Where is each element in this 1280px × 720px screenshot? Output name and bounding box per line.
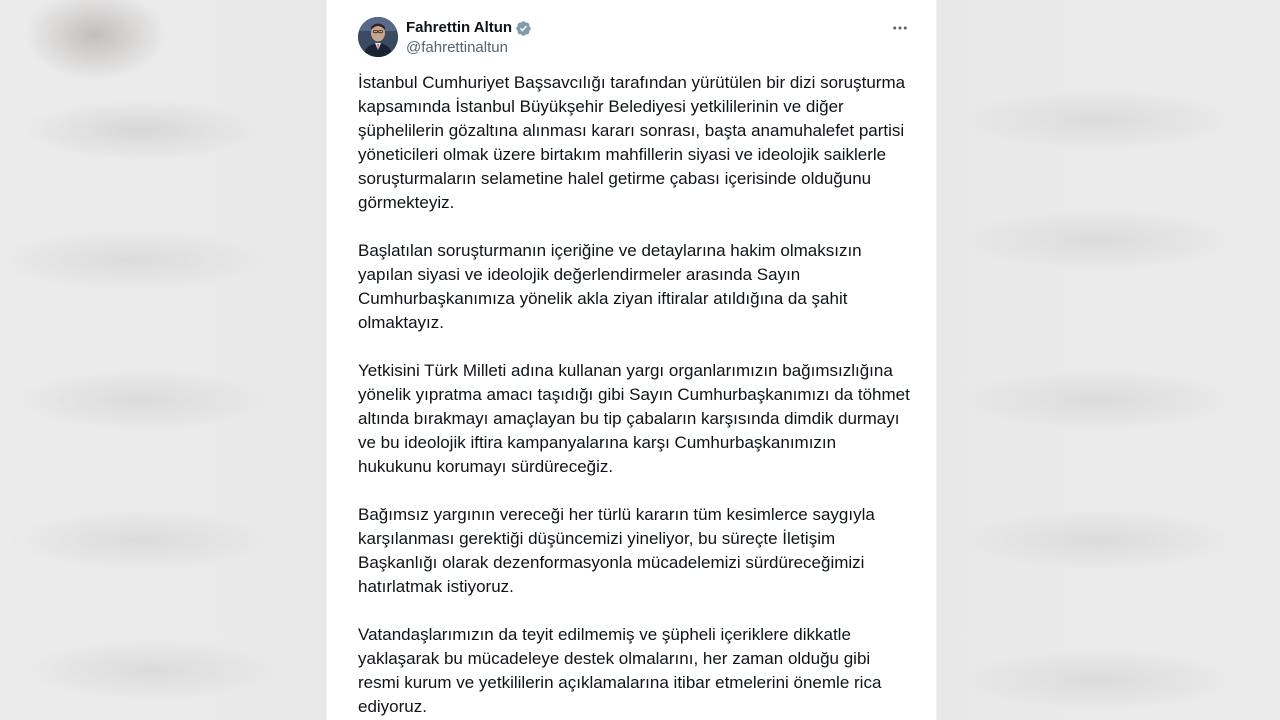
tweet-paragraph: Vatandaşlarımızın da teyit edilmemiş ve … [358, 623, 924, 719]
tweet-text-line: kapsamında İstanbul Büyükşehir Belediyes… [358, 97, 844, 116]
tweet-text-line: şüphelilerin gözaltına alınması kararı s… [358, 121, 905, 140]
author-name-row: Fahrettin Altun [406, 18, 532, 38]
verified-badge-icon [515, 20, 532, 37]
tweet-header: Fahrettin Altun @fahrettinaltun [358, 17, 923, 59]
tweet-text-line: Başlatılan soruşturmanın içeriğine ve de… [358, 241, 862, 260]
tweet-text-line: hukukunu korumayı sürdüreceğiz. [358, 457, 614, 476]
tweet-text-line: altında bırakmayı amaçlayan bu tip çabal… [358, 409, 900, 428]
tweet-text-line: soruşturmaların selametine halel getirme… [358, 169, 872, 188]
tweet-paragraph: Yetkisini Türk Milleti adına kullanan ya… [358, 359, 924, 479]
tweet-text-line: olmaktayız. [358, 313, 444, 332]
author-handle[interactable]: @fahrettinaltun [406, 38, 508, 58]
tweet-paragraph: Başlatılan soruşturmanın içeriğine ve de… [358, 239, 924, 335]
avatar-photo-icon [358, 17, 398, 57]
tweet-paragraph: İstanbul Cumhuriyet Başsavcılığı tarafın… [358, 71, 924, 215]
tweet-text: İstanbul Cumhuriyet Başsavcılığı tarafın… [358, 71, 924, 720]
tweet-paragraph: Bağımsız yargının vereceği her türlü kar… [358, 503, 924, 599]
tweet-text-line: resmi kurum ve yetkililerin açıklamaları… [358, 673, 882, 692]
tweet-text-line: Vatandaşlarımızın da teyit edilmemiş ve … [358, 625, 851, 644]
tweet-card: Fahrettin Altun @fahrettinaltun İstanbul… [326, 0, 937, 720]
tweet-text-line: yönelik yıpratma amacı taşıdığı gibi Say… [358, 385, 910, 404]
tweet-text-line: hatırlatmak istiyoruz. [358, 577, 514, 596]
author-name[interactable]: Fahrettin Altun [406, 18, 512, 38]
tweet-text-line: görmekteyiz. [358, 193, 455, 212]
tweet-text-line: Cumhurbaşkanımıza yönelik akla ziyan ift… [358, 289, 848, 308]
tweet-text-line: Bağımsız yargının vereceği her türlü kar… [358, 505, 875, 524]
author-avatar[interactable] [358, 17, 398, 57]
tweet-text-line: yöneticileri olmak üzere birtakım mahfil… [358, 145, 887, 164]
more-options-icon[interactable] [889, 17, 911, 39]
tweet-text-line: Başkanlığı olarak dezenformasyonla mücad… [358, 553, 865, 572]
tweet-text-line: yaklaşarak bu mücadeleye destek olmaları… [358, 649, 871, 668]
tweet-text-line: Yetkisini Türk Milleti adına kullanan ya… [358, 361, 893, 380]
tweet-text-line: karşılanması gerektiği düşüncemizi yinel… [358, 529, 836, 548]
tweet-text-line: ve bu ideolojik iftira kampanyalarına ka… [358, 433, 837, 452]
tweet-text-line: ediyoruz. [358, 697, 427, 716]
tweet-text-line: İstanbul Cumhuriyet Başsavcılığı tarafın… [358, 73, 906, 92]
tweet-text-line: yapılan siyasi ve ideolojik değerlendirm… [358, 265, 801, 284]
